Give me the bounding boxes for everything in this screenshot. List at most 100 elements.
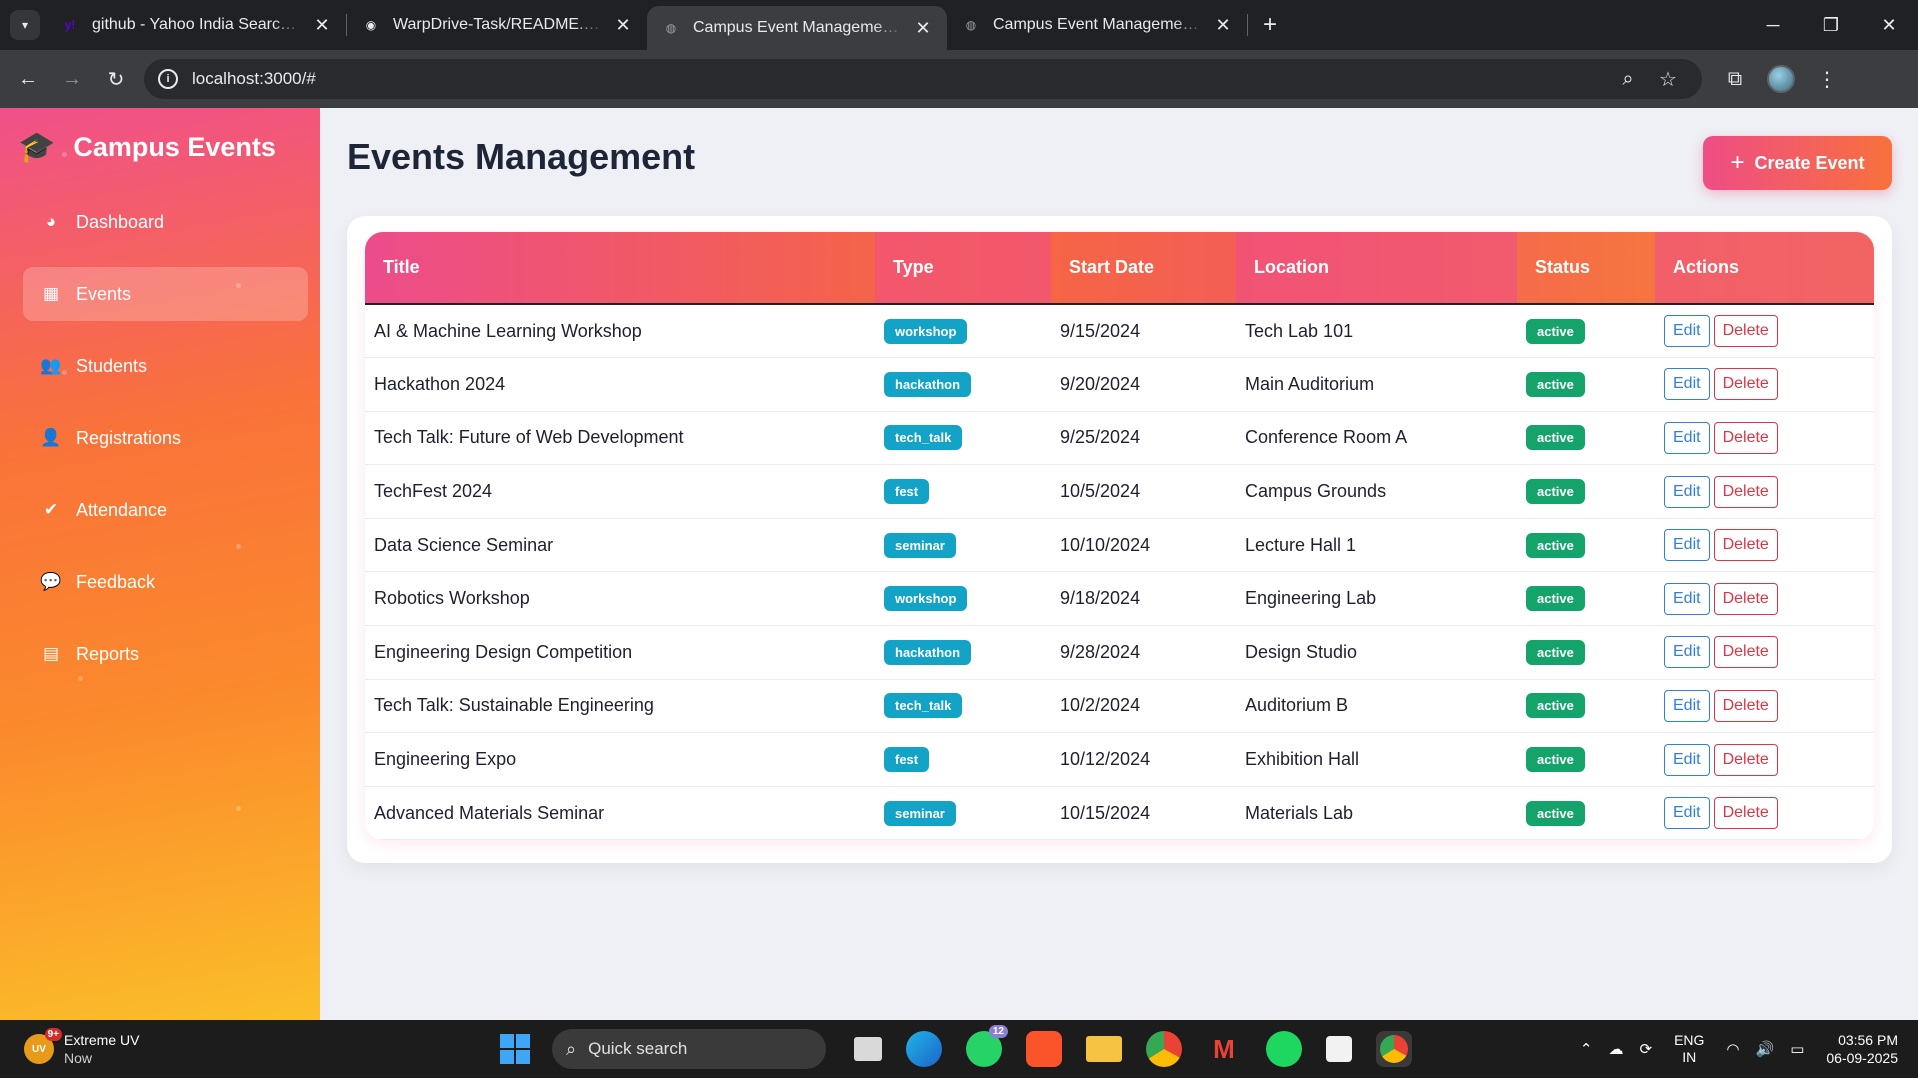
sidebar-item-label: Registrations: [76, 427, 182, 448]
delete-button[interactable]: Delete: [1713, 743, 1778, 776]
sidebar-item-attendance[interactable]: ✔ Attendance: [23, 483, 308, 537]
delete-button[interactable]: Delete: [1713, 368, 1778, 401]
event-status-cell: active: [1517, 571, 1655, 627]
zoom-icon[interactable]: ⌕: [1608, 68, 1648, 91]
event-actions: Edit Delete: [1655, 304, 1874, 359]
minimize-icon[interactable]: ─: [1744, 0, 1802, 50]
restore-icon[interactable]: ❐: [1802, 0, 1860, 50]
reload-icon[interactable]: ↻: [94, 57, 138, 101]
edge-icon[interactable]: [906, 1031, 942, 1067]
delete-button[interactable]: Delete: [1713, 529, 1778, 562]
language-indicator[interactable]: ENG IN: [1674, 1032, 1704, 1066]
edit-button[interactable]: Edit: [1664, 636, 1710, 669]
file-explorer-icon[interactable]: [1086, 1036, 1122, 1062]
system-tray: ⌃ ☁ ⟳ ENG IN ◠ 🔊 ▭ 03:56 PM 06-09-2025: [1572, 1020, 1898, 1078]
toolbar-right: ⧉ ⋮: [1712, 57, 1850, 101]
close-window-icon[interactable]: ✕: [1860, 0, 1918, 50]
status-badge: active: [1526, 318, 1585, 344]
edit-button[interactable]: Edit: [1664, 689, 1710, 722]
tab-close-icon[interactable]: ✕: [613, 15, 633, 36]
tab-close-icon[interactable]: ✕: [913, 18, 933, 39]
edit-button[interactable]: Edit: [1664, 743, 1710, 776]
whatsapp-icon[interactable]: 12: [966, 1025, 1008, 1067]
battery-icon[interactable]: ▭: [1790, 1040, 1804, 1058]
table-header: Title Type Start Date Location Status Ac…: [365, 232, 1874, 305]
tab-search-chevron-icon[interactable]: ▾: [10, 10, 40, 40]
sidebar-item-label: Feedback: [76, 571, 156, 592]
edit-button[interactable]: Edit: [1664, 421, 1710, 454]
column-header-title[interactable]: Title: [365, 232, 875, 305]
delete-button[interactable]: Delete: [1713, 421, 1778, 454]
event-title: TechFest 2024: [365, 464, 875, 519]
sidebar-item-registrations[interactable]: 👤 Registrations: [23, 411, 308, 465]
chrome-icon[interactable]: [1146, 1031, 1182, 1067]
delete-button[interactable]: Delete: [1713, 636, 1778, 669]
back-arrow-icon[interactable]: ←: [6, 57, 50, 101]
table-row: AI & Machine Learning Workshop workshop 9/…: [365, 304, 1874, 359]
extensions-puzzle-icon[interactable]: ⧉: [1712, 57, 1758, 101]
sidebar-item-reports[interactable]: ▤ Reports: [23, 627, 308, 681]
app-root: 🎓 Campus Events ◕ Dashboard ▦ Events 👥 Studen…: [0, 108, 1918, 1020]
chrome-dev-icon[interactable]: [1376, 1031, 1412, 1067]
spotify-icon[interactable]: [1266, 1031, 1302, 1067]
weather-subtitle: Now: [64, 1050, 93, 1066]
delete-button[interactable]: Delete: [1713, 582, 1778, 615]
taskbar-apps: ⌕ Quick search 12 M: [500, 1020, 1424, 1078]
tab-close-icon[interactable]: ✕: [312, 15, 332, 36]
sidebar-nav: ◕ Dashboard ▦ Events 👥 Students 👤 Registrations…: [0, 195, 320, 681]
browser-tab[interactable]: ◍ Campus Event Management Platform ✕: [647, 6, 947, 50]
site-info-icon[interactable]: i: [158, 69, 178, 89]
delete-button[interactable]: Delete: [1713, 797, 1778, 830]
column-header-location[interactable]: Location: [1236, 232, 1517, 305]
browser-menu-icon[interactable]: ⋮: [1804, 57, 1850, 101]
event-actions: Edit Delete: [1655, 679, 1874, 734]
cloud-icon[interactable]: ☁: [1608, 1040, 1623, 1058]
sidebar-item-students[interactable]: 👥 Students: [23, 339, 308, 393]
browser-tab[interactable]: ◍ Campus Event Management - S ✕: [947, 0, 1247, 50]
address-bar[interactable]: i localhost:3000/# ⌕ ☆: [144, 59, 1702, 99]
event-type-cell: tech_talk: [875, 411, 1051, 466]
weather-uv-icon: UV 9+: [24, 1028, 62, 1064]
edit-button[interactable]: Edit: [1664, 315, 1710, 348]
status-badge: active: [1526, 532, 1585, 558]
browser-tab[interactable]: y! github - Yahoo India Search Results ✕: [46, 0, 346, 50]
event-start-date: 9/25/2024: [1051, 411, 1236, 466]
new-tab-plus-icon[interactable]: +: [1252, 11, 1288, 39]
volume-icon[interactable]: 🔊: [1756, 1040, 1775, 1058]
taskbar-search[interactable]: ⌕ Quick search: [552, 1029, 826, 1069]
task-view-icon[interactable]: [854, 1037, 882, 1061]
wifi-icon[interactable]: ◠: [1726, 1040, 1739, 1058]
forward-arrow-icon[interactable]: →: [50, 57, 94, 101]
delete-button[interactable]: Delete: [1713, 475, 1778, 508]
clock[interactable]: 03:56 PM 06-09-2025: [1826, 1031, 1898, 1067]
chevron-up-icon[interactable]: ⌃: [1580, 1040, 1593, 1058]
column-header-status[interactable]: Status: [1517, 232, 1655, 305]
delete-button[interactable]: Delete: [1713, 689, 1778, 722]
brave-icon[interactable]: [1026, 1031, 1062, 1067]
edit-button[interactable]: Edit: [1664, 797, 1710, 830]
url-text[interactable]: localhost:3000/#: [192, 69, 1608, 89]
column-header-start-date[interactable]: Start Date: [1051, 232, 1236, 305]
edit-button[interactable]: Edit: [1664, 529, 1710, 562]
windows-start-icon[interactable]: [500, 1034, 530, 1064]
sidebar-item-dashboard[interactable]: ◕ Dashboard: [23, 195, 308, 249]
delete-button[interactable]: Delete: [1713, 315, 1778, 348]
gmail-icon[interactable]: M: [1206, 1031, 1242, 1067]
weather-widget[interactable]: UV 9+ Extreme UV Now: [24, 1028, 184, 1067]
column-header-type[interactable]: Type: [875, 232, 1051, 305]
sidebar-item-feedback[interactable]: 💬 Feedback: [23, 555, 308, 609]
sidebar-item-label: Reports: [76, 643, 140, 664]
edit-button[interactable]: Edit: [1664, 368, 1710, 401]
app-cube-icon[interactable]: [1326, 1036, 1352, 1062]
edit-button[interactable]: Edit: [1664, 475, 1710, 508]
bookmark-star-icon[interactable]: ☆: [1648, 67, 1688, 92]
create-event-button[interactable]: + Create Event: [1703, 136, 1892, 190]
sync-icon[interactable]: ⟳: [1639, 1040, 1652, 1058]
browser-tab[interactable]: ◉ WarpDrive-Task/README.md at main ✕: [347, 0, 647, 50]
brand[interactable]: 🎓 Campus Events: [0, 108, 320, 165]
sidebar-item-events[interactable]: ▦ Events: [23, 267, 308, 321]
tab-close-icon[interactable]: ✕: [1213, 15, 1233, 36]
edit-button[interactable]: Edit: [1664, 582, 1710, 615]
profile-avatar[interactable]: [1758, 57, 1804, 101]
lang-top: ENG: [1674, 1032, 1705, 1048]
